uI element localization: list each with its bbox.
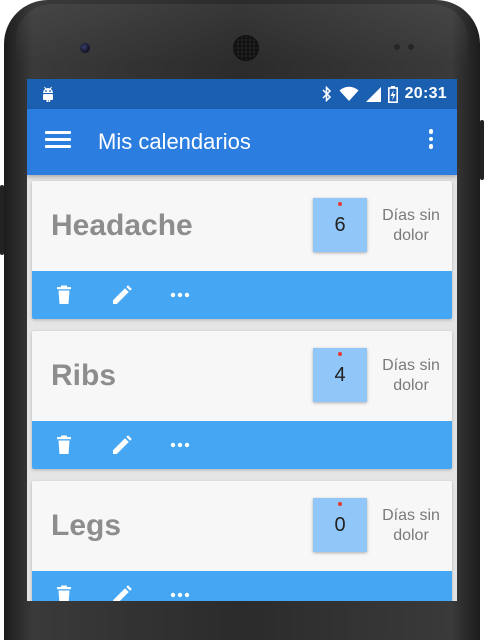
counter-dot — [338, 502, 342, 506]
calendar-card-ribs[interactable]: Ribs 4 Días sin dolor — [32, 331, 452, 469]
status-bar: 20:31 — [27, 79, 457, 109]
wifi-icon — [339, 86, 359, 101]
menu-icon — [45, 131, 71, 134]
delete-icon — [57, 585, 71, 601]
earpiece-speaker — [233, 35, 259, 61]
days-label-line1: Días sin — [382, 207, 440, 224]
days-label: Días sin dolor — [376, 506, 446, 546]
edit-button[interactable] — [110, 433, 134, 457]
days-count: 4 — [334, 364, 346, 386]
light-sensor — [408, 44, 414, 50]
delete-icon — [57, 285, 71, 304]
days-count: 0 — [334, 514, 346, 536]
days-counter: 0 — [313, 498, 367, 552]
calendar-name: Legs — [51, 509, 122, 542]
days-label-line1: Días sin — [382, 507, 440, 524]
more-horiz-icon — [170, 592, 190, 598]
calendar-card-headache[interactable]: Headache 6 Días sin dolor — [32, 181, 452, 319]
days-label-line2: dolor — [393, 527, 429, 544]
card-action-bar — [32, 571, 452, 601]
proximity-sensor — [394, 44, 400, 50]
days-label-line1: Días sin — [382, 357, 440, 374]
edit-button[interactable] — [110, 583, 134, 601]
counter-dot — [338, 352, 342, 356]
bluetooth-icon — [322, 86, 331, 102]
calendar-card-legs[interactable]: Legs 0 Días sin dolor — [32, 481, 452, 601]
delete-button[interactable] — [52, 283, 76, 307]
power-button — [480, 120, 484, 180]
more-options-button[interactable] — [168, 283, 192, 307]
edit-icon — [113, 285, 132, 304]
days-label-line2: dolor — [393, 227, 429, 244]
menu-button[interactable] — [45, 131, 71, 153]
more-horiz-icon — [170, 292, 190, 298]
days-counter: 6 — [313, 198, 367, 252]
card-action-bar — [32, 271, 452, 319]
front-camera — [80, 43, 90, 53]
delete-button[interactable] — [52, 583, 76, 601]
calendar-name: Ribs — [51, 359, 117, 392]
app-title: Mis calendarios — [98, 129, 251, 154]
counter-dot — [338, 202, 342, 206]
cell-signal-icon — [365, 86, 381, 102]
days-label: Días sin dolor — [376, 356, 446, 396]
edit-button[interactable] — [110, 283, 134, 307]
android-icon — [43, 86, 53, 102]
days-label-line2: dolor — [393, 377, 429, 394]
days-count: 6 — [334, 214, 346, 236]
more-options-button[interactable] — [168, 433, 192, 457]
more-vert-button[interactable] — [427, 129, 435, 155]
edit-icon — [113, 585, 132, 601]
status-icons: 20:31 — [322, 79, 447, 109]
battery-icon — [387, 85, 398, 103]
calendar-name: Headache — [51, 209, 193, 242]
delete-icon — [57, 435, 71, 454]
volume-button — [0, 185, 4, 255]
app-bar: Mis calendarios — [27, 109, 457, 175]
more-vert-icon — [428, 129, 434, 134]
status-clock: 20:31 — [404, 85, 447, 102]
edit-icon — [113, 435, 132, 454]
card-action-bar — [32, 421, 452, 469]
days-label: Días sin dolor — [376, 206, 446, 246]
more-horiz-icon — [170, 442, 190, 448]
more-options-button[interactable] — [168, 583, 192, 601]
days-counter: 4 — [313, 348, 367, 402]
delete-button[interactable] — [52, 433, 76, 457]
screen: 20:31 Mis calendarios Headache 6 Días si… — [27, 79, 457, 601]
